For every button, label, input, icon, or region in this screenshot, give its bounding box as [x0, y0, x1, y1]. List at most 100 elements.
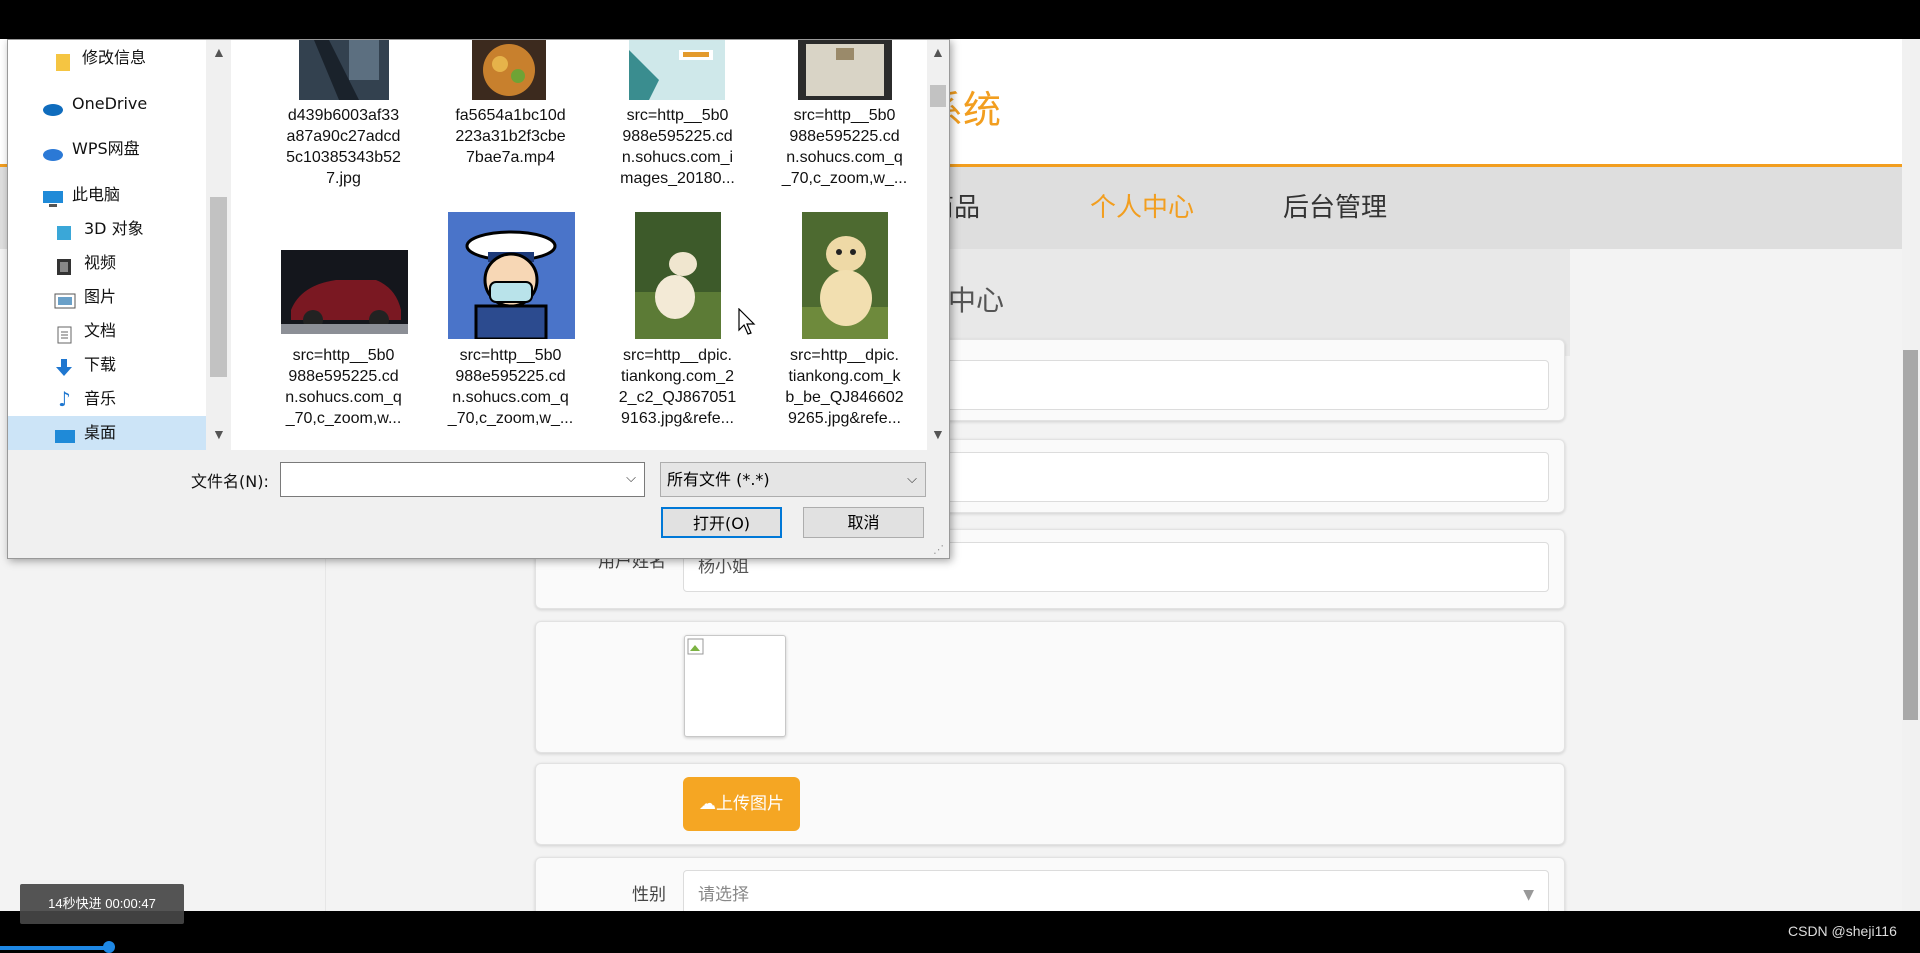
nav-item-videos[interactable]: 视频 [8, 246, 206, 280]
avatar-preview [684, 635, 786, 737]
nav-item-3d-objects[interactable]: 3D 对象 [8, 212, 206, 246]
cloud-icon [42, 95, 63, 116]
video-progress-handle[interactable] [103, 941, 115, 953]
file-thumbnail [472, 40, 546, 100]
file-item[interactable]: src=http__5b0 988e595225.cd n.sohucs.com… [428, 210, 593, 450]
nav-item-desktop[interactable]: 桌面 [8, 416, 206, 450]
scroll-up-icon[interactable]: ▲ [931, 44, 945, 60]
file-name-line: fa5654a1bc10d [455, 107, 566, 124]
form-row-gender: 性别 请选择 ▼ [535, 857, 1565, 911]
chevron-down-icon: ▼ [1523, 887, 1534, 903]
file-name-line: 988e595225.cd [622, 128, 733, 145]
file-open-dialog: ▲ ▼ 修改信息 OneDrive WPS网盘 此电脑 3D 对象 视频 图片 … [7, 39, 950, 559]
file-list-scrollbar-thumb[interactable] [930, 85, 946, 107]
cloud-upload-icon: ☁ [699, 794, 716, 814]
nav-item-onedrive[interactable]: OneDrive [8, 87, 206, 121]
file-thumbnail [802, 212, 888, 339]
scroll-down-icon[interactable]: ▼ [931, 426, 945, 442]
file-type-select[interactable]: 所有文件 (*.*) ⌵ [660, 462, 926, 497]
file-type-value: 所有文件 (*.*) [667, 470, 770, 489]
file-name-line: 988e595225.cd [288, 368, 399, 385]
file-name-input[interactable]: ⌵ [280, 462, 645, 497]
cloud-icon [42, 140, 63, 161]
file-item[interactable]: src=http__dpic. tiankong.com_k b_be_QJ84… [762, 210, 927, 450]
file-item[interactable]: d439b6003af33 a87a90c27adcd 5c10385343b5… [261, 40, 426, 210]
nav-item-personal-center[interactable]: 个人中心 [1090, 167, 1194, 249]
file-name-line: 9163.jpg&refe... [621, 410, 734, 427]
cancel-button[interactable]: 取消 [803, 507, 924, 538]
nav-item-wps-drive[interactable]: WPS网盘 [8, 132, 206, 166]
nav-item-edit-info[interactable]: 修改信息 [8, 41, 206, 75]
gender-placeholder: 请选择 [698, 885, 749, 905]
file-name-label: 文件名(N): [191, 472, 269, 491]
file-item[interactable]: src=http__5b0 988e595225.cd n.sohucs.com… [261, 210, 426, 450]
nav-label: 图片 [84, 287, 117, 306]
file-item[interactable]: src=http__5b0 988e595225.cd n.sohucs.com… [762, 40, 927, 210]
cube-icon [54, 220, 74, 240]
gender-select[interactable]: 请选择 ▼ [683, 870, 1549, 911]
page-scrollbar-thumb[interactable] [1903, 350, 1918, 720]
picture-icon [54, 288, 76, 309]
nav-item-admin[interactable]: 后台管理 [1283, 167, 1387, 249]
nav-item-this-pc[interactable]: 此电脑 [8, 178, 206, 212]
nav-label: 修改信息 [82, 48, 147, 67]
file-thumbnail [281, 250, 408, 334]
file-name-line: src=http__dpic. [790, 347, 899, 364]
file-name-line: b_be_QJ846602 [785, 389, 904, 406]
file-name-line: src=http__5b0 [626, 107, 729, 124]
broken-image-icon [687, 638, 704, 655]
scroll-up-icon[interactable]: ▲ [212, 44, 226, 60]
chevron-down-icon[interactable]: ⌵ [626, 470, 636, 486]
file-name-line: n.sohucs.com_q [452, 389, 569, 406]
nav-label: 文档 [84, 321, 117, 340]
video-progress-bar[interactable] [0, 946, 109, 950]
open-button[interactable]: 打开(O) [661, 507, 782, 538]
file-item[interactable]: src=http__dpic. tiankong.com_2 2_c2_QJ86… [595, 210, 760, 450]
upload-label: 上传图片 [716, 794, 784, 814]
file-name-line: n.sohucs.com_q [285, 389, 402, 406]
document-icon [56, 322, 76, 344]
file-name-line: _70,c_zoom,w_... [781, 170, 908, 187]
file-name-line: a87a90c27adcd [286, 128, 401, 145]
nav-label: 下载 [84, 355, 117, 374]
file-name-line: 9265.jpg&refe... [788, 410, 901, 427]
file-thumbnail [629, 40, 725, 100]
nav-item-music[interactable]: ♪ 音乐 [8, 382, 206, 416]
video-top-bar [0, 0, 1920, 39]
scroll-down-icon[interactable]: ▼ [212, 426, 226, 442]
nav-label: 此电脑 [72, 185, 121, 204]
download-icon [54, 356, 74, 376]
nav-item-pictures[interactable]: 图片 [8, 280, 206, 314]
nav-label: 视频 [84, 253, 117, 272]
file-name-line: _70,c_zoom,w_... [447, 410, 574, 427]
file-name-line: src=http__5b0 [292, 347, 395, 364]
upload-image-button[interactable]: ☁上传图片 [683, 777, 800, 831]
video-icon [54, 254, 74, 275]
folder-icon [54, 49, 74, 71]
file-item[interactable]: src=http__5b0 988e595225.cd n.sohucs.com… [595, 40, 760, 210]
file-item[interactable]: fa5654a1bc10d 223a31b2f3cbe 7bae7a.mp4 [428, 40, 593, 210]
music-icon: ♪ [58, 387, 71, 411]
file-name-line: 988e595225.cd [455, 368, 566, 385]
section-title: 中心 [948, 284, 1005, 317]
file-name-line: 7bae7a.mp4 [466, 149, 555, 166]
file-name-line: n.sohucs.com_i [621, 149, 734, 166]
file-name-line: 988e595225.cd [789, 128, 900, 145]
nav-label: 3D 对象 [84, 219, 144, 238]
gender-label: 性别 [632, 885, 666, 905]
file-name-line: 5c10385343b52 [286, 149, 401, 166]
nav-label: 桌面 [84, 423, 117, 442]
file-thumbnail [299, 40, 389, 100]
file-name-line: mages_20180... [620, 170, 735, 187]
file-name-line: d439b6003af33 [287, 107, 400, 124]
navigation-scrollbar-thumb[interactable] [210, 197, 227, 377]
resize-grip-icon[interactable]: ⋰ [933, 543, 944, 556]
nav-item-downloads[interactable]: 下载 [8, 348, 206, 382]
file-name-line: src=http__dpic. [623, 347, 732, 364]
computer-icon [42, 186, 63, 207]
video-bottom-bar [0, 911, 1920, 950]
watermark: CSDN @sheji116 [1788, 923, 1897, 939]
file-thumbnail [635, 212, 721, 339]
file-name-line: _70,c_zoom,w... [285, 410, 402, 427]
nav-item-documents[interactable]: 文档 [8, 314, 206, 348]
